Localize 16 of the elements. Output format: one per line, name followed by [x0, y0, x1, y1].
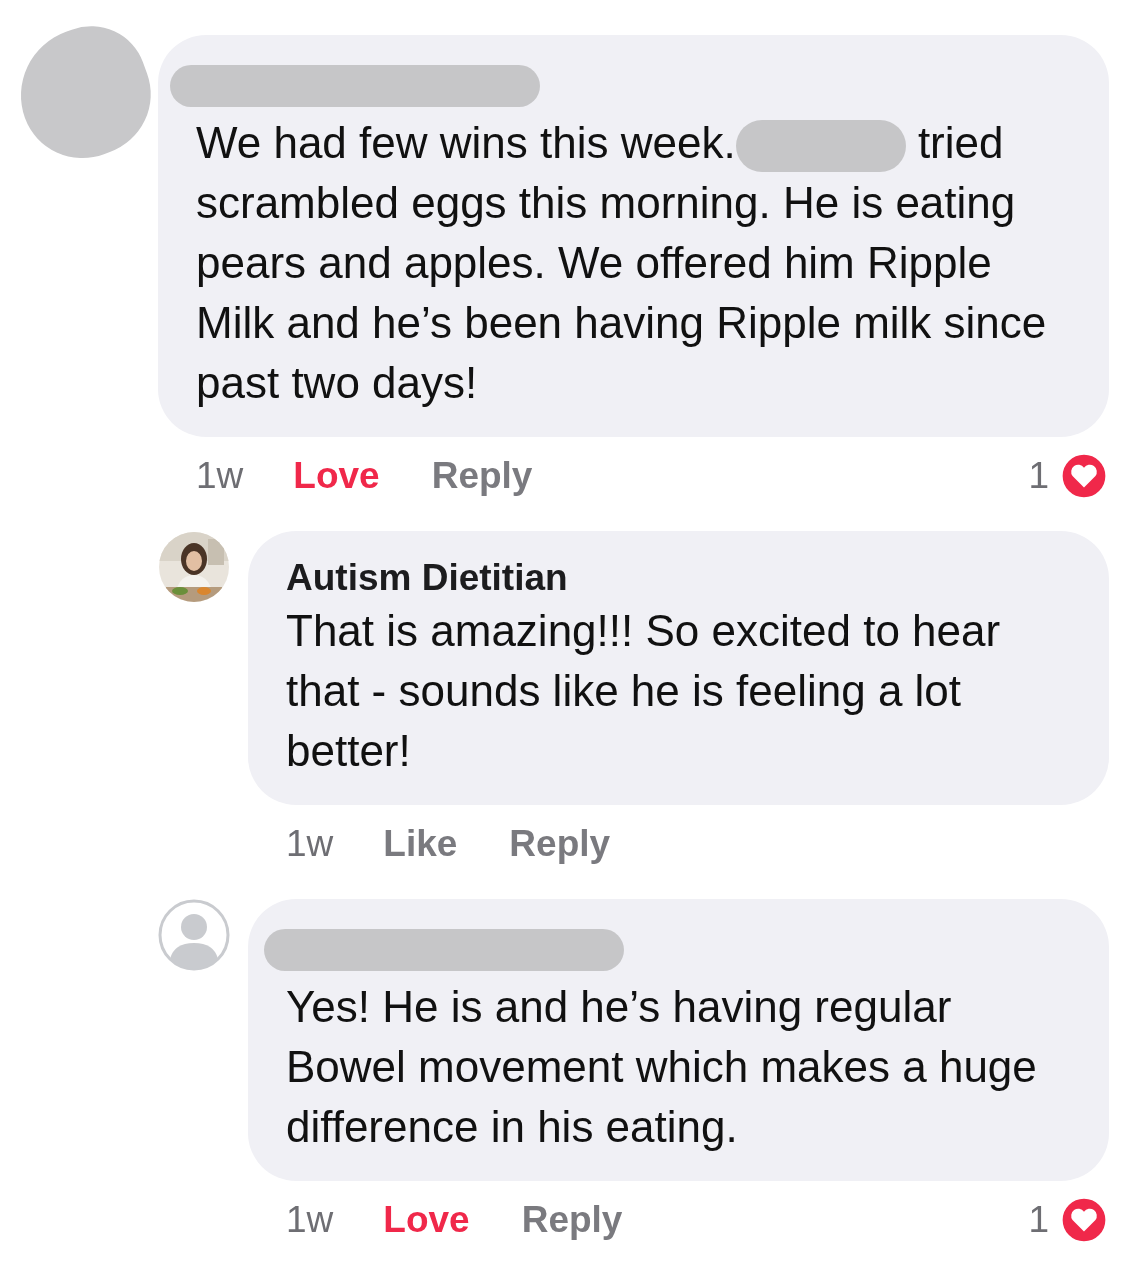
timestamp: 1w	[196, 455, 244, 497]
comment-text: We had few wins this week. tried scrambled eggs this morning. He is eating pears and apples. We offered him Ripple Milk and he’s been having Ripple milk since past two days!	[196, 117, 1048, 409]
comment-text: Yes! He is and he’s having regular Bowel movement which makes a huge difference in his eating.	[286, 981, 1038, 1153]
avatar-silhouette-icon	[158, 899, 230, 971]
timestamp: 1w	[286, 1199, 334, 1241]
reply-link[interactable]: Reply	[521, 1199, 623, 1241]
reply-link[interactable]: Reply	[509, 823, 611, 865]
reaction-count: 1	[1028, 1199, 1049, 1241]
comment-text: That is amazing!!! So excited to hear that - sounds like he is feeling a lot better!	[286, 605, 1002, 777]
reaction-link[interactable]: Like	[383, 823, 458, 865]
reaction-count: 1	[1028, 455, 1049, 497]
reaction-link[interactable]: Love	[293, 455, 380, 497]
reaction-link[interactable]: Love	[383, 1199, 470, 1241]
timestamp: 1w	[286, 823, 334, 865]
author-name[interactable]: Autism Dietitian	[286, 557, 1073, 599]
reply-link[interactable]: Reply	[431, 455, 533, 497]
